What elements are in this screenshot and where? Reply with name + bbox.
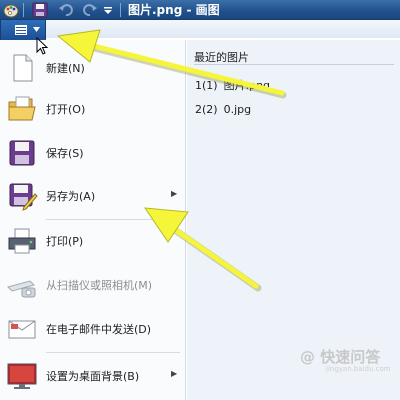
window-title: 图片.png - 画图 xyxy=(128,3,220,17)
watermark: @ 快速问答 xyxy=(300,348,381,366)
ribbon-tab-strip xyxy=(0,20,400,38)
open-folder-icon xyxy=(8,96,36,121)
chevron-down-icon xyxy=(33,27,40,32)
recent-item-number: 1(1) xyxy=(195,79,218,92)
menu-separator xyxy=(46,352,180,353)
submenu-arrow-icon: ▶ xyxy=(171,369,178,378)
save-as-icon xyxy=(9,183,38,211)
recent-item-name: 0.jpg xyxy=(223,103,252,116)
undo-icon[interactable] xyxy=(58,2,74,18)
menu-item-label: 从扫描仪或照相机(M) xyxy=(46,279,153,292)
recent-item[interactable]: 1(1) 图片.png xyxy=(195,78,270,94)
recent-item-number: 2(2) xyxy=(195,103,218,116)
toolbar-separator xyxy=(120,3,121,17)
menu-item-from-scanner-camera: 从扫描仪或照相机(M) xyxy=(0,265,186,305)
menu-item-open[interactable]: 打开(O) xyxy=(0,89,186,129)
toolbar-separator xyxy=(23,3,24,17)
menu-item-label: 另存为(A) xyxy=(46,190,96,203)
title-bar: 图片.png - 画图 xyxy=(0,0,400,20)
app-menu-commands: 新建(N) 打开(O) 保存(S) 另存为(A) ▶ 打印(P) 从扫描仪或照相… xyxy=(0,40,186,400)
recent-pictures-title: 最近的图片 xyxy=(194,51,249,64)
menu-item-label: 设置为桌面背景(B) xyxy=(46,370,140,383)
menu-separator xyxy=(46,219,180,220)
menu-item-label: 打印(P) xyxy=(46,235,84,248)
menu-item-save[interactable]: 保存(S) xyxy=(0,133,186,173)
menu-item-save-as[interactable]: 另存为(A) ▶ xyxy=(0,176,186,216)
watermark-url: jingyan.baidu.com xyxy=(326,365,391,373)
scanner-camera-icon xyxy=(7,280,36,298)
divider xyxy=(194,64,394,65)
menu-item-print[interactable]: 打印(P) xyxy=(0,221,186,261)
menu-item-set-desktop-background[interactable]: 设置为桌面背景(B) ▶ xyxy=(0,356,186,396)
quick-save-icon[interactable] xyxy=(32,2,48,18)
paint-app-icon[interactable] xyxy=(3,2,19,18)
recent-item-name: 图片.png xyxy=(223,79,271,92)
menu-item-label: 在电子邮件中发送(D) xyxy=(46,323,152,336)
menu-item-label: 新建(N) xyxy=(46,62,85,75)
printer-icon xyxy=(8,228,36,254)
mouse-cursor-icon xyxy=(36,37,48,55)
menu-item-send-email[interactable]: 在电子邮件中发送(D) xyxy=(0,309,186,349)
new-document-icon xyxy=(13,54,33,82)
quick-access-dropdown-icon[interactable] xyxy=(103,2,113,18)
menu-item-new[interactable]: 新建(N) xyxy=(0,48,186,88)
redo-icon[interactable] xyxy=(82,2,98,18)
desktop-background-icon xyxy=(7,363,37,389)
menu-item-label: 打开(O) xyxy=(46,103,86,116)
email-icon xyxy=(8,320,36,339)
paint-app-menu-icon xyxy=(15,25,27,35)
floppy-save-icon xyxy=(9,140,35,166)
submenu-arrow-icon: ▶ xyxy=(171,189,178,198)
menu-item-label: 保存(S) xyxy=(46,147,84,160)
recent-item[interactable]: 2(2) 0.jpg xyxy=(195,102,251,118)
